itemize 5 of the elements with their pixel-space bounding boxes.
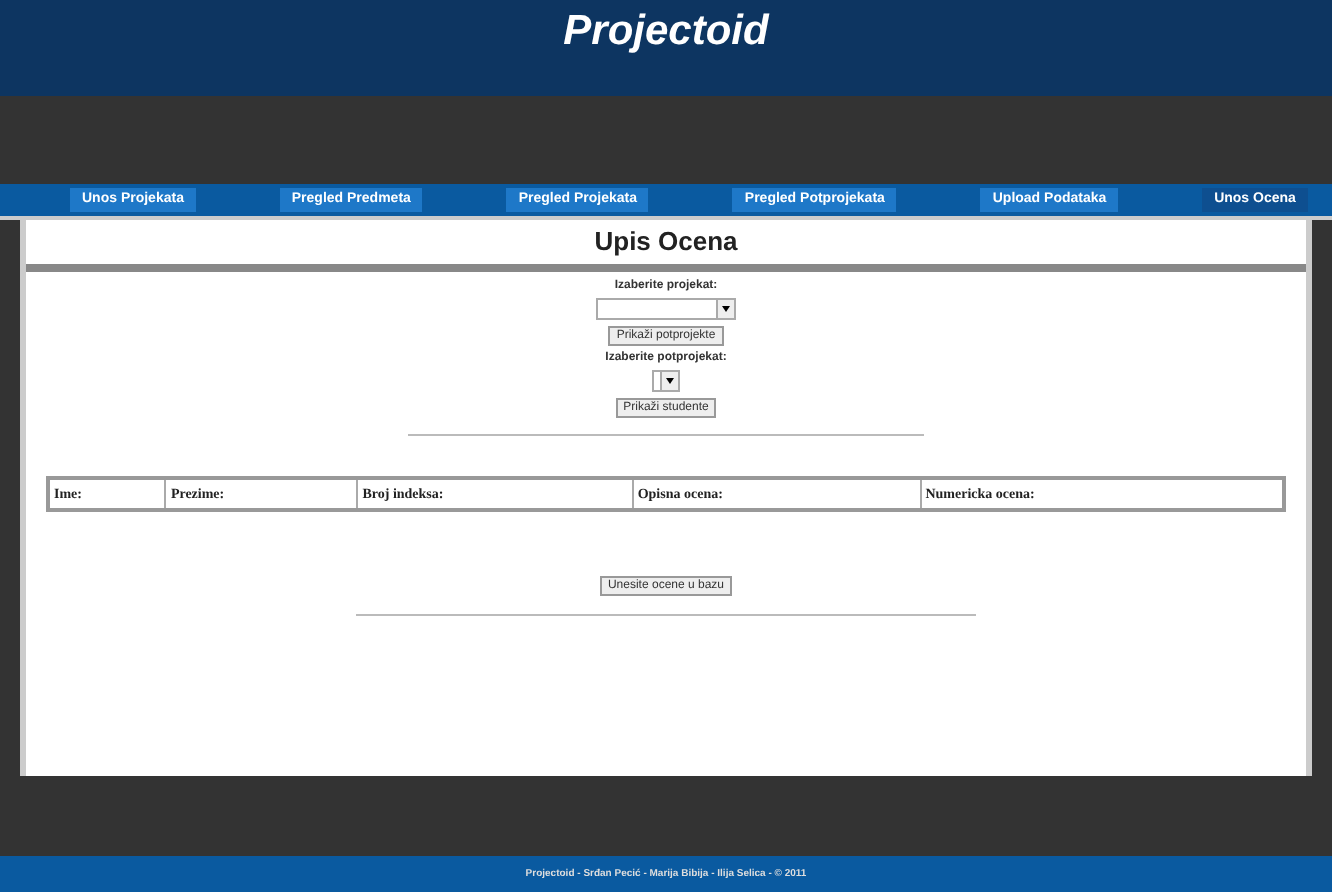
caret-icon (660, 372, 678, 390)
site-title: Projectoid (563, 8, 769, 56)
page-title: Upis Ocena (26, 220, 1306, 272)
caret-icon (716, 300, 734, 318)
subproject-dropdown[interactable] (652, 370, 680, 392)
